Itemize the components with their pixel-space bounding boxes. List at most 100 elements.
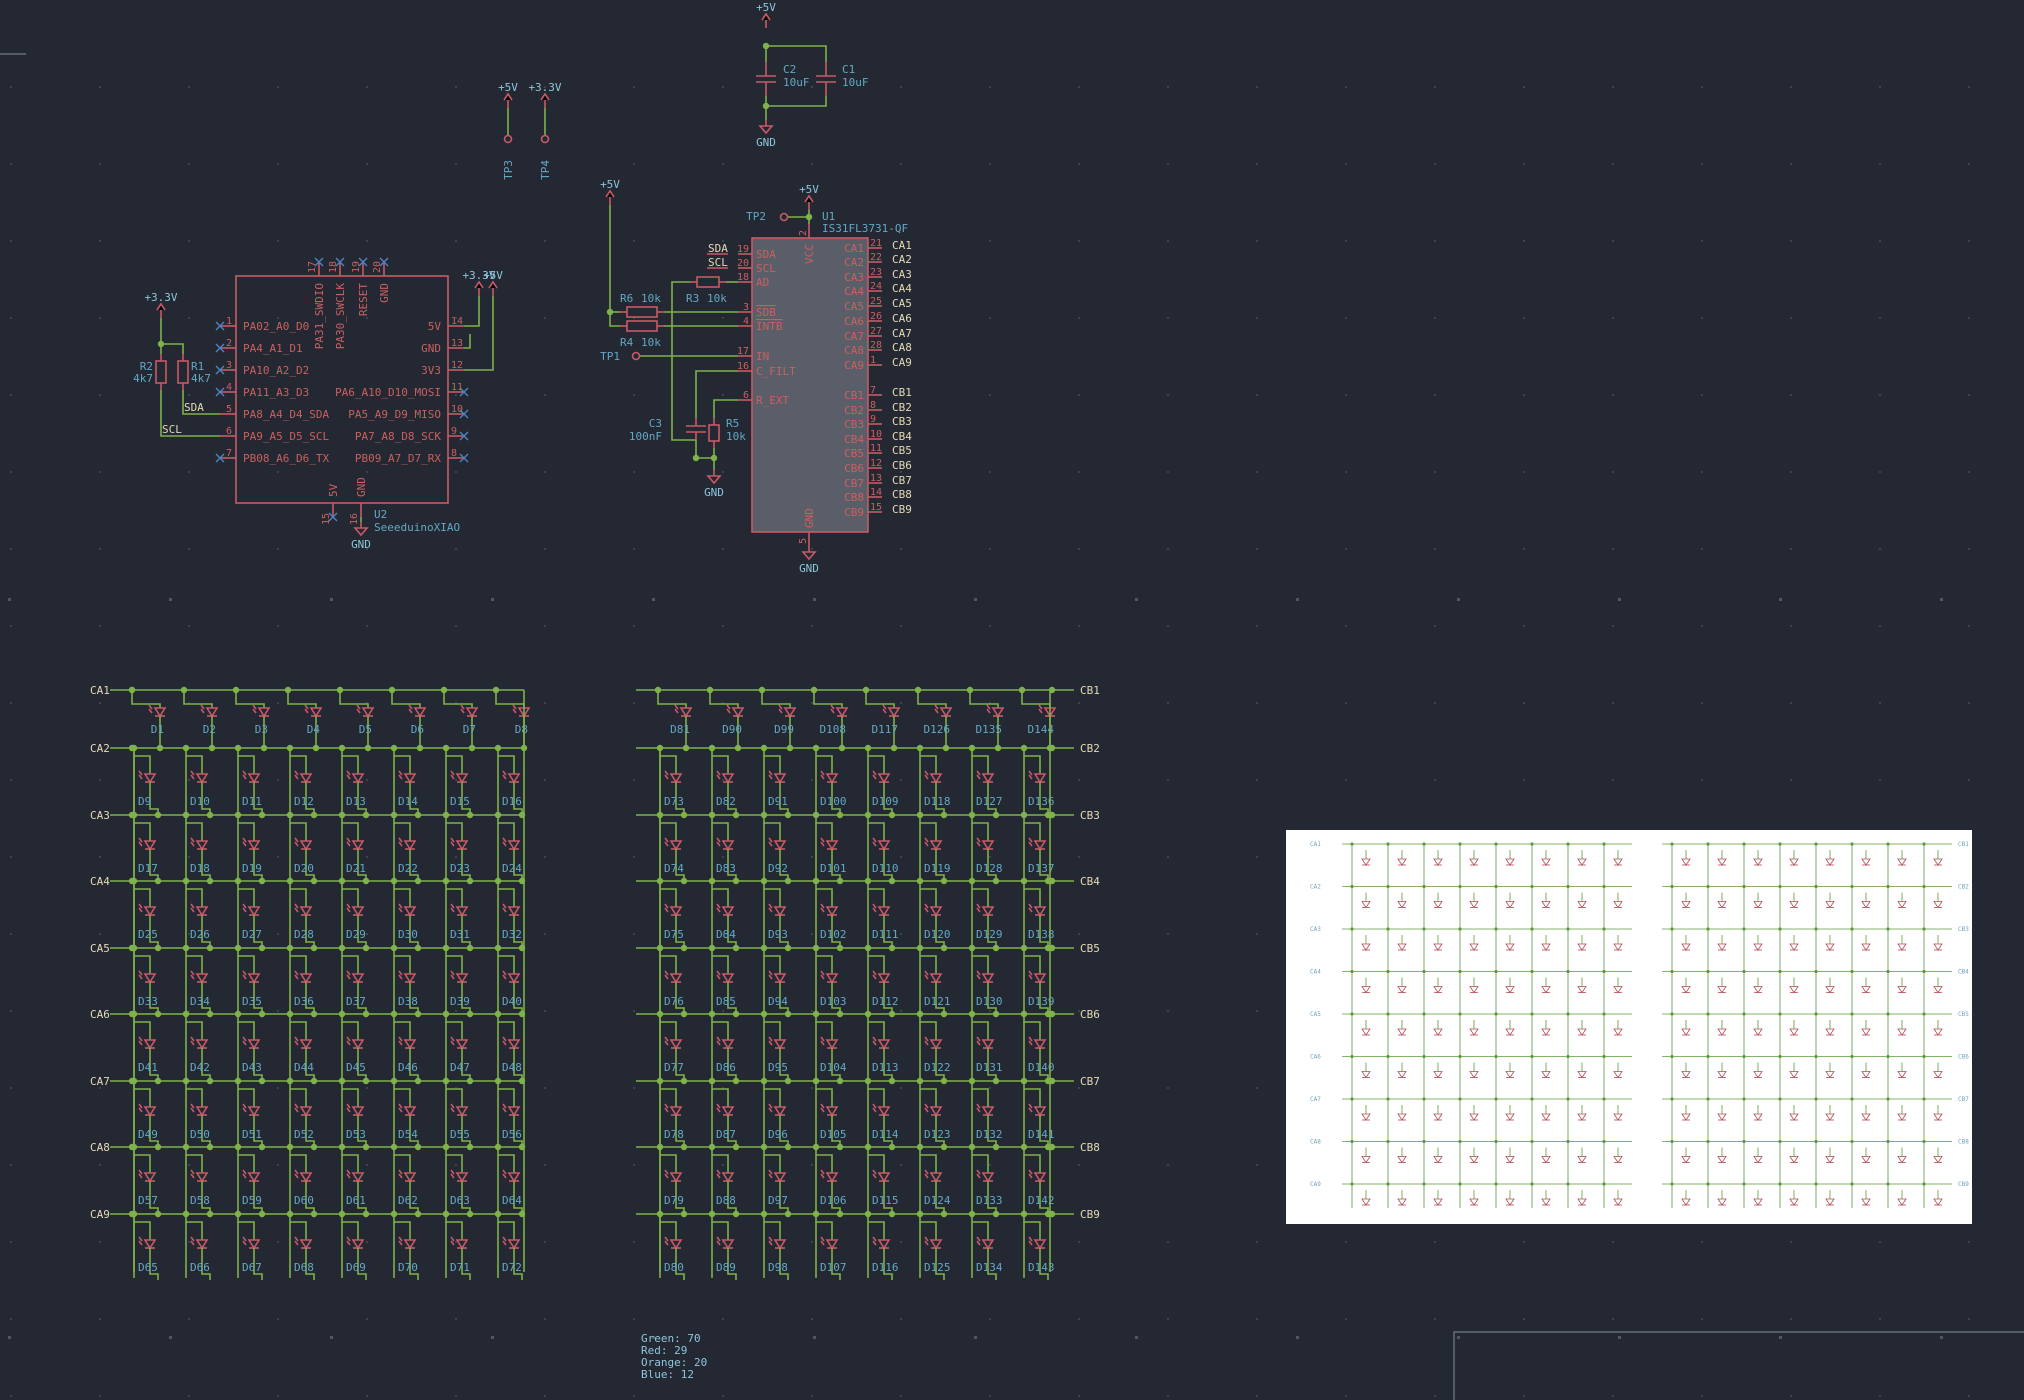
- grid-marker: [1256, 86, 1258, 88]
- preview-net-label: CA2: [1310, 884, 1321, 891]
- u2-pin-name: PA02_A0_D0: [243, 320, 309, 333]
- grid-marker: [1523, 86, 1525, 88]
- schematic-canvas[interactable]: +5V +5V +3.3V +3.3V +5V +3.3V +5V +5V GND GND R2 4…: [0, 0, 2024, 1400]
- grid-marker: [811, 86, 813, 88]
- diode-ray: [450, 837, 455, 843]
- diode-triangle: [143, 973, 157, 984]
- preview-junction: [1778, 1139, 1782, 1144]
- diode-triangle: [455, 840, 469, 851]
- preview-junction: [1922, 969, 1926, 974]
- grid-marker: [455, 394, 457, 396]
- grid-marker: [10, 779, 12, 781]
- grid-marker: [1790, 1318, 1792, 1320]
- grid-marker: [1968, 471, 1970, 473]
- matrix-wire: [867, 748, 885, 774]
- diode-triangle: [351, 1106, 365, 1117]
- diode-ray: [716, 770, 721, 776]
- r6-value: 10k: [641, 292, 661, 305]
- preview-net-label: CA3: [1310, 926, 1321, 933]
- u1-pin-number: 17: [737, 346, 749, 357]
- diode-ray: [138, 1103, 143, 1109]
- grid-marker: [366, 163, 368, 165]
- junction-dot: [466, 1210, 474, 1218]
- junction-dot: [310, 877, 318, 885]
- preview-junction: [1422, 927, 1426, 931]
- diode-ray: [460, 708, 465, 714]
- u1-pin-name: SCL: [756, 262, 776, 275]
- diode-ray: [924, 1107, 929, 1113]
- diode-ray: [398, 1107, 403, 1113]
- diode-ray: [398, 903, 403, 909]
- diode-triangle: [669, 1172, 683, 1183]
- diode-ray: [190, 1107, 195, 1113]
- wire-path: [161, 343, 184, 354]
- diode-ray: [346, 907, 351, 913]
- preview-junction: [1922, 1054, 1926, 1059]
- grid-marker: [10, 1318, 12, 1320]
- preview-junction: [1566, 1139, 1570, 1144]
- diode-ray: [716, 774, 721, 780]
- diode-ray: [976, 974, 981, 980]
- diode-ray: [138, 770, 143, 776]
- matrix-wire: [867, 881, 885, 907]
- preview-junction: [1530, 884, 1534, 889]
- matrix-wire: [711, 881, 729, 907]
- grid-marker: [491, 1336, 494, 1339]
- diode-triangle: [877, 906, 891, 917]
- grid-marker: [10, 86, 12, 88]
- diode-label: D8: [515, 723, 528, 736]
- junction-dot: [258, 811, 266, 819]
- matrix-wire: [763, 1081, 781, 1107]
- schematic-drawing[interactable]: +5V+5V +3.3V+3.3V+5V+3.3V+5V+5V GNDGNDR24…: [0, 0, 2024, 1400]
- grid-marker: [491, 598, 494, 601]
- preview-junction: [1670, 842, 1674, 846]
- diode-ray: [502, 1036, 507, 1042]
- matrix-wire: [971, 948, 989, 974]
- grid-marker: [811, 1395, 813, 1397]
- preview-net-label: CA6: [1310, 1054, 1321, 1061]
- grid-marker: [1879, 702, 1881, 704]
- diode-ray: [408, 704, 413, 710]
- junction-dot: [468, 744, 476, 752]
- preview-thumbnail[interactable]: CA1CA2CA3CA4CA5CA6CA7CA8CA9CB1CB2CB3CB4C…: [1286, 830, 1972, 1224]
- ground-symbol: [706, 475, 722, 485]
- grid-marker: [900, 1395, 902, 1397]
- preview-junction: [1850, 1182, 1854, 1186]
- diode-label: D69: [346, 1261, 366, 1274]
- matrix-wire: [445, 748, 463, 774]
- diode-triangle: [351, 1172, 365, 1183]
- grid-marker: [1167, 548, 1169, 550]
- grid-marker: [1879, 86, 1881, 88]
- diode-triangle: [351, 973, 365, 984]
- diode-label: D18: [190, 862, 210, 875]
- grid-marker: [99, 548, 101, 550]
- diode-triangle: [877, 840, 891, 851]
- diode-ray: [1028, 770, 1033, 776]
- grid-marker: [722, 856, 724, 858]
- grid-marker: [366, 1087, 368, 1089]
- u2-pin-number: 9: [451, 426, 457, 437]
- diode-ray: [294, 974, 299, 980]
- grid-marker: [1879, 317, 1881, 319]
- preview-junction: [1602, 1182, 1606, 1186]
- diode-ray: [242, 1173, 247, 1179]
- diode-ray: [294, 1173, 299, 1179]
- grid-marker: [900, 1087, 902, 1089]
- diode-triangle: [507, 773, 521, 784]
- preview-junction: [1422, 1182, 1426, 1186]
- diode-label: D78: [664, 1128, 684, 1141]
- diode-ray: [820, 1240, 825, 1246]
- diode-label: D7: [463, 723, 476, 736]
- matrix-wire: [289, 815, 307, 841]
- junction-dot: [680, 944, 688, 952]
- grid-marker: [277, 471, 279, 473]
- diode-label: D108: [820, 723, 847, 736]
- preview-junction: [1706, 884, 1710, 889]
- matrix-netlabel: CA3: [90, 809, 110, 822]
- matrix-netlabel: CB8: [1080, 1141, 1100, 1154]
- matrix-wire: [497, 1081, 515, 1107]
- junction-dot: [206, 811, 214, 819]
- wire-path: [671, 281, 696, 441]
- diode-label: D85: [716, 995, 736, 1008]
- junction-dot: [836, 1010, 844, 1018]
